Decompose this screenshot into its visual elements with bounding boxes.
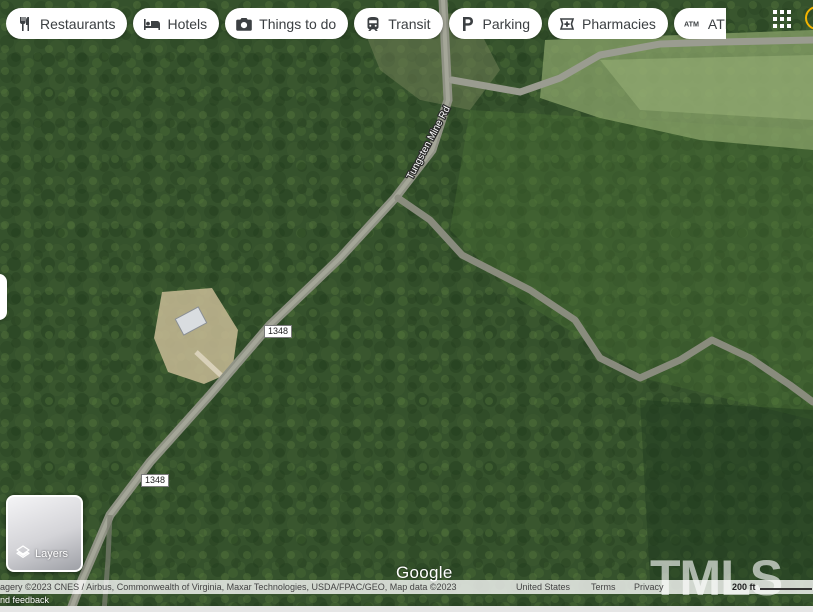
chip-label: Things to do [259, 15, 337, 32]
category-chip-bar: Restaurants Hotels Things to do Transit … [6, 8, 726, 39]
imagery-attribution: agery ©2023 CNES / Airbus, Commonwealth … [0, 582, 457, 592]
route-shield-1348: 1348 [141, 474, 170, 487]
chip-label: Pharmacies [581, 15, 656, 32]
chip-hotels[interactable]: Hotels [133, 8, 220, 39]
region-link[interactable]: United States [516, 580, 570, 594]
privacy-link[interactable]: Privacy [634, 580, 664, 594]
chip-label: Parking [482, 15, 530, 32]
map-scale[interactable]: 200 ft [732, 580, 813, 594]
bottom-strip [0, 606, 813, 612]
satellite-map[interactable]: Tungsten Mine Rd [0, 0, 813, 612]
send-feedback-link[interactable]: nd feedback [0, 594, 49, 606]
layers-button[interactable]: Layers [6, 495, 83, 572]
feedback-bar: nd feedback [0, 594, 813, 606]
bed-icon [143, 15, 161, 33]
chip-pharmacies[interactable]: Pharmacies [547, 8, 668, 39]
scale-label: 200 ft [732, 582, 756, 592]
camera-icon [235, 15, 253, 33]
google-apps-grid-icon[interactable] [770, 7, 792, 29]
side-panel-collapse-tab[interactable] [0, 274, 7, 320]
chip-transit[interactable]: Transit [354, 8, 443, 39]
scale-bar [760, 588, 812, 590]
train-icon [364, 15, 382, 33]
chip-label: Hotels [167, 15, 208, 32]
layers-icon [16, 545, 30, 562]
chip-things-to-do[interactable]: Things to do [225, 8, 349, 39]
route-shield-1348: 1348 [264, 325, 293, 338]
map-attribution-bar: agery ©2023 CNES / Airbus, Commonwealth … [0, 580, 813, 594]
atm-icon: ATM [684, 15, 702, 33]
layers-label: Layers [35, 547, 69, 560]
chip-label: ATMs [707, 15, 726, 32]
chip-atms[interactable]: ATM ATMs [673, 8, 726, 39]
chip-parking[interactable]: Parking [448, 8, 542, 39]
fork-knife-icon [16, 15, 34, 33]
chip-label: Transit [388, 15, 431, 32]
chip-label: Restaurants [40, 15, 116, 32]
svg-text:ATM: ATM [684, 19, 699, 28]
terms-link[interactable]: Terms [591, 580, 616, 594]
pharmacy-icon [558, 15, 576, 33]
chip-restaurants[interactable]: Restaurants [6, 8, 128, 39]
parking-icon [459, 15, 477, 33]
